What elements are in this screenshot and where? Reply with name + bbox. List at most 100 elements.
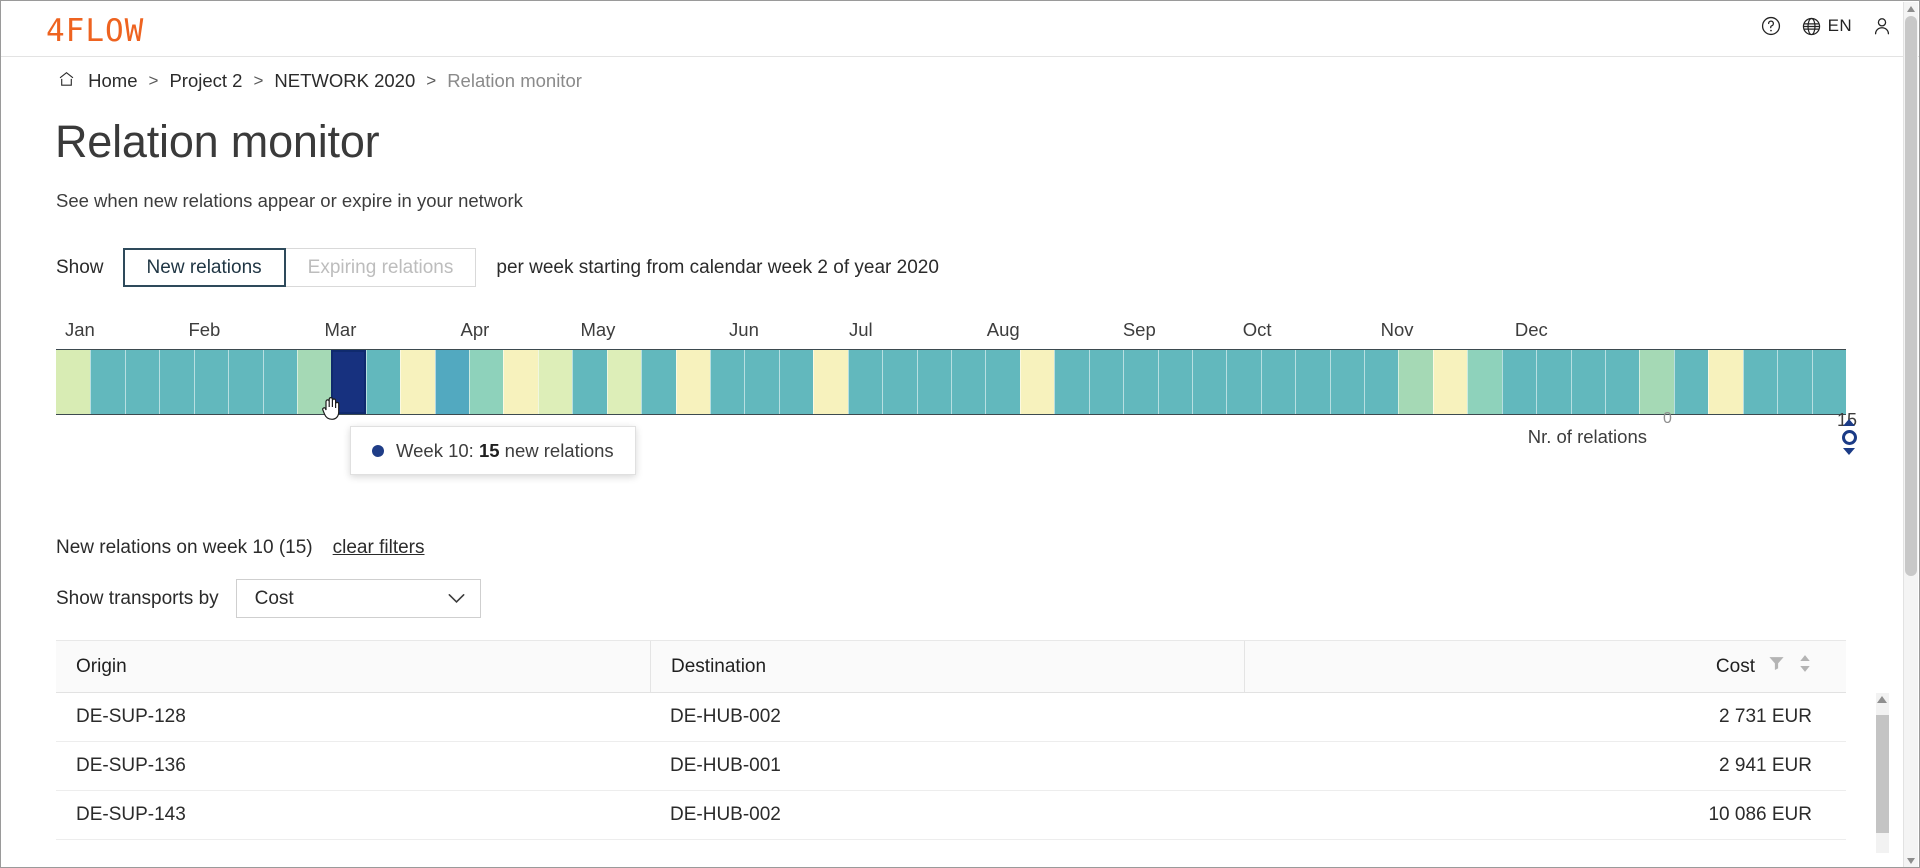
column-header-origin[interactable]: Origin [56,641,650,692]
user-icon[interactable] [1871,15,1893,37]
breadcrumb-separator: > [149,71,159,91]
table-scrollbar-thumb[interactable] [1876,715,1889,833]
top-bar-actions: EN [1760,15,1893,37]
page-scrollbar-thumb[interactable] [1905,16,1917,576]
breadcrumb-item-project[interactable]: Project 2 [169,70,242,92]
table-cell-origin: DE-SUP-128 [56,693,650,741]
filter-funnel-icon[interactable] [1768,655,1785,678]
heatmap-cell-week-18[interactable] [607,350,641,414]
heatmap-cell-week-45[interactable] [1536,350,1570,414]
month-label-dec: Dec [1515,319,1548,341]
heatmap-cell-week-3[interactable] [90,350,124,414]
heatmap-cell-week-17[interactable] [572,350,606,414]
heatmap-cell-week-33[interactable] [1123,350,1157,414]
heatmap-cell-week-27[interactable] [917,350,951,414]
heatmap-cell-week-15[interactable] [503,350,537,414]
heatmap-cell-week-29[interactable] [985,350,1019,414]
heatmap-cell-week-42[interactable] [1433,350,1467,414]
heatmap-cell-week-48[interactable] [1639,350,1673,414]
month-label-apr: Apr [461,319,490,341]
brand-logo[interactable]: 4FLOW [46,13,144,49]
heatmap-cell-week-34[interactable] [1158,350,1192,414]
clear-filters-link[interactable]: clear filters [333,537,425,559]
heatmap-cell-week-14[interactable] [469,350,503,414]
legend-scale: 0 15 [1663,410,1853,430]
column-header-cost[interactable]: Cost [1244,641,1846,692]
column-header-destination[interactable]: Destination [650,641,1244,692]
breadcrumb-item-home[interactable]: Home [57,69,138,92]
heatmap-cell-week-50[interactable] [1708,350,1742,414]
breadcrumb-item-network[interactable]: NETWORK 2020 [274,70,415,92]
heatmap-legend: Nr. of relations 0 15 [1528,426,1853,448]
heatmap-cell-week-13[interactable] [435,350,469,414]
heatmap-cell-week-35[interactable] [1192,350,1226,414]
show-transports-label: Show transports by [56,588,219,610]
table-row[interactable]: DE-SUP-136DE-HUB-0012 941 EUR [56,742,1846,791]
heatmap-cell-week-39[interactable] [1330,350,1364,414]
heatmap-cell-week-11[interactable] [366,350,400,414]
heatmap-cell-week-28[interactable] [951,350,985,414]
legend-range-handle[interactable] [1840,419,1858,455]
heatmap-cell-week-20[interactable] [676,350,710,414]
show-transports-select[interactable]: Cost [236,579,481,618]
heatmap-cell-week-25[interactable] [848,350,882,414]
heatmap-cell-week-38[interactable] [1295,350,1329,414]
breadcrumb-separator: > [253,71,263,91]
heatmap-cell-week-2[interactable] [56,350,90,414]
heatmap-cell-week-44[interactable] [1502,350,1536,414]
sort-updown-icon[interactable] [1798,654,1812,679]
heatmap-cell-week-24[interactable] [813,350,847,414]
heatmap-cell-week-26[interactable] [882,350,916,414]
heatmap-cell-week-30[interactable] [1020,350,1054,414]
heatmap-cell-week-23[interactable] [779,350,813,414]
month-label-may: May [580,319,615,341]
heatmap-cell-week-32[interactable] [1089,350,1123,414]
heatmap-cell-week-51[interactable] [1743,350,1777,414]
heatmap-cell-week-22[interactable] [744,350,778,414]
heatmap-tooltip: Week 10: 15 new relations [350,426,636,475]
heatmap-cell-week-6[interactable] [194,350,228,414]
tooltip-value: 15 [479,440,500,461]
question-circle-icon[interactable] [1760,15,1782,37]
month-label-jun: Jun [729,319,759,341]
heatmap-cell-week-52[interactable] [1777,350,1811,414]
heatmap-cell-week-37[interactable] [1261,350,1295,414]
heatmap-cell-week-47[interactable] [1605,350,1639,414]
heatmap-cell-week-5[interactable] [159,350,193,414]
filter-summary-text: New relations on week 10 (15) [56,537,313,559]
heatmap-cell-week-12[interactable] [400,350,434,414]
heatmap-cell-week-21[interactable] [710,350,744,414]
table-scrollbar[interactable] [1876,693,1889,853]
heatmap-cell-week-43[interactable] [1467,350,1501,414]
heatmap-cell-week-1[interactable] [1812,350,1846,414]
heatmap-cell-week-19[interactable] [641,350,675,414]
tab-new-relations[interactable]: New relations [123,248,286,287]
heatmap-cell-week-8[interactable] [263,350,297,414]
language-label: EN [1828,16,1852,36]
scroll-up-arrow-icon[interactable] [1877,696,1887,703]
heatmap-cell-week-31[interactable] [1054,350,1088,414]
heatmap-cell-week-4[interactable] [125,350,159,414]
table-cell-origin: DE-SUP-143 [56,791,650,839]
breadcrumb-label-home: Home [88,70,137,91]
page-subtitle: See when new relations appear or expire … [56,190,523,212]
heatmap-cell-week-7[interactable] [228,350,262,414]
heatmap-cell-week-36[interactable] [1226,350,1260,414]
application-window: 4FLOW EN [0,0,1920,868]
heatmap-cell-week-46[interactable] [1571,350,1605,414]
heatmap-cell-week-40[interactable] [1364,350,1398,414]
table-row[interactable]: DE-SUP-128DE-HUB-0022 731 EUR [56,693,1846,742]
heatmap-cell-week-41[interactable] [1398,350,1432,414]
page-scrollbar[interactable] [1903,2,1918,868]
page-scroll-up-icon[interactable] [1907,6,1915,12]
table-cell-dest: DE-HUB-002 [650,693,1244,741]
page-scroll-down-icon[interactable] [1907,858,1915,864]
table-row[interactable]: DE-SUP-143DE-HUB-00210 086 EUR [56,791,1846,840]
heatmap-cell-week-49[interactable] [1674,350,1708,414]
top-bar: 4FLOW EN [1,1,1919,57]
month-label-jan: Jan [65,319,95,341]
table-cell-dest: DE-HUB-001 [650,742,1244,790]
tab-expiring-relations[interactable]: Expiring relations [286,248,477,287]
heatmap-cell-week-16[interactable] [538,350,572,414]
language-selector[interactable]: EN [1801,16,1852,37]
